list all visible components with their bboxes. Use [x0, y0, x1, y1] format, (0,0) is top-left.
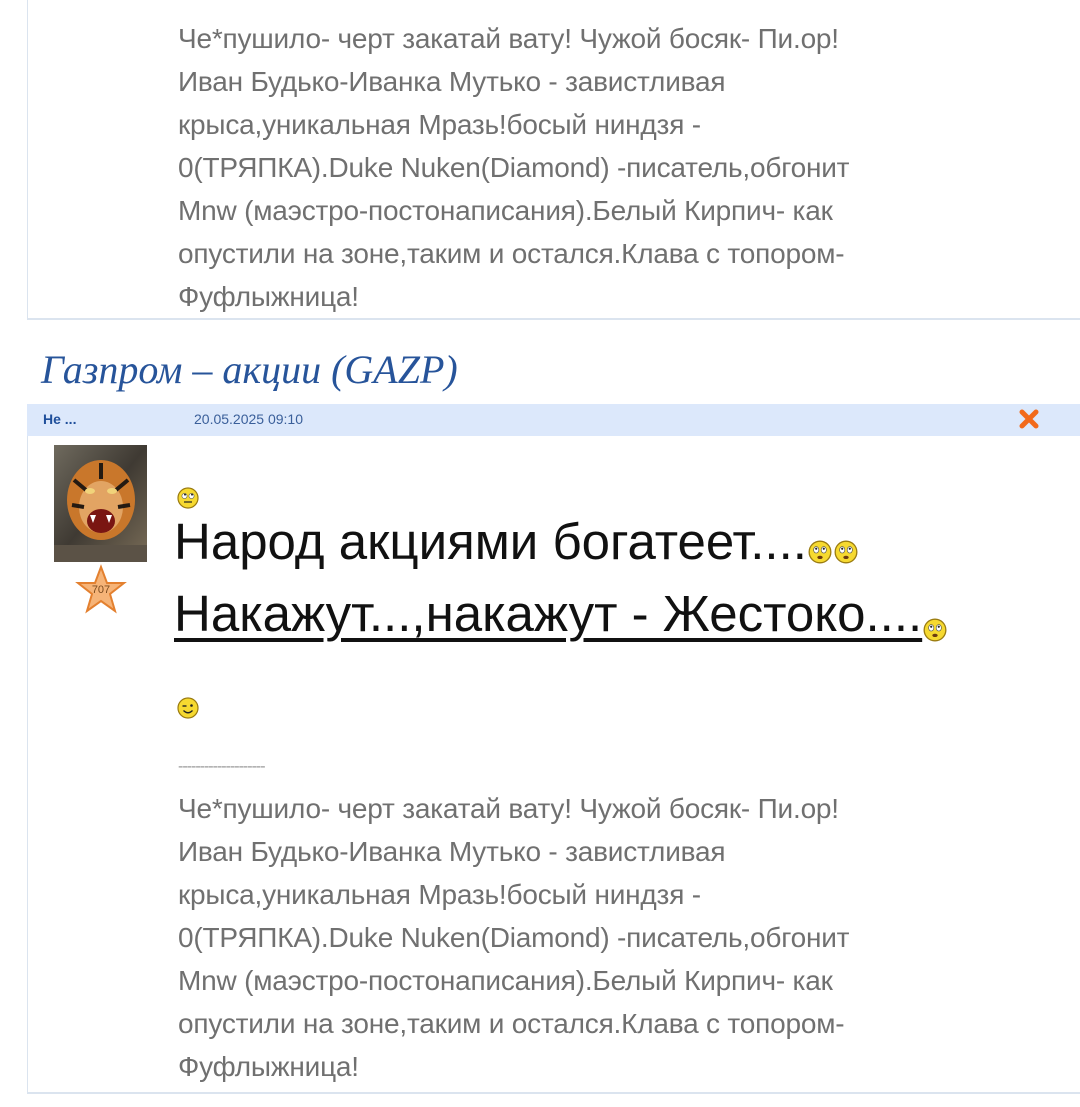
tiger-avatar[interactable] — [54, 445, 147, 562]
post-line-2-text: Накажут...,накажут - Жестоко.... — [174, 585, 923, 642]
post-line-1: Народ акциями богатеет.... — [174, 506, 1054, 578]
post-line-2: Накажут...,накажут - Жестоко.... — [174, 578, 1054, 650]
worried-smiley — [923, 618, 947, 642]
post-signature: Че*пушило- черт закатай вату! Чужой бося… — [178, 793, 850, 1082]
post-header: Не ... 20.05.2025 09:10 — [27, 404, 1080, 436]
star-icon: 707 — [75, 564, 127, 614]
topic-title[interactable]: Газпром – акции (GAZP) — [41, 345, 458, 395]
worried-smiley — [808, 540, 832, 564]
rank-value: 707 — [92, 584, 110, 596]
post-author[interactable]: Не ... — [43, 411, 76, 427]
signature-divider: -------------------- — [178, 758, 266, 775]
post-message: Народ акциями богатеет.... Накажут...,на… — [174, 486, 1054, 720]
close-x-icon[interactable] — [1016, 406, 1042, 432]
post-date: 20.05.2025 09:10 — [194, 411, 303, 427]
previous-post: Че*пушило- черт закатай вату! Чужой бося… — [27, 0, 1080, 320]
post-line-1-text: Народ акциями богатеет.... — [174, 513, 807, 570]
post-body: 707 Народ акциями богатеет.... Накажут..… — [27, 436, 1080, 1094]
previous-post-signature: Че*пушило- черт закатай вату! Чужой бося… — [178, 23, 850, 312]
worried-smiley — [834, 540, 858, 564]
wink-smiley — [177, 697, 199, 719]
